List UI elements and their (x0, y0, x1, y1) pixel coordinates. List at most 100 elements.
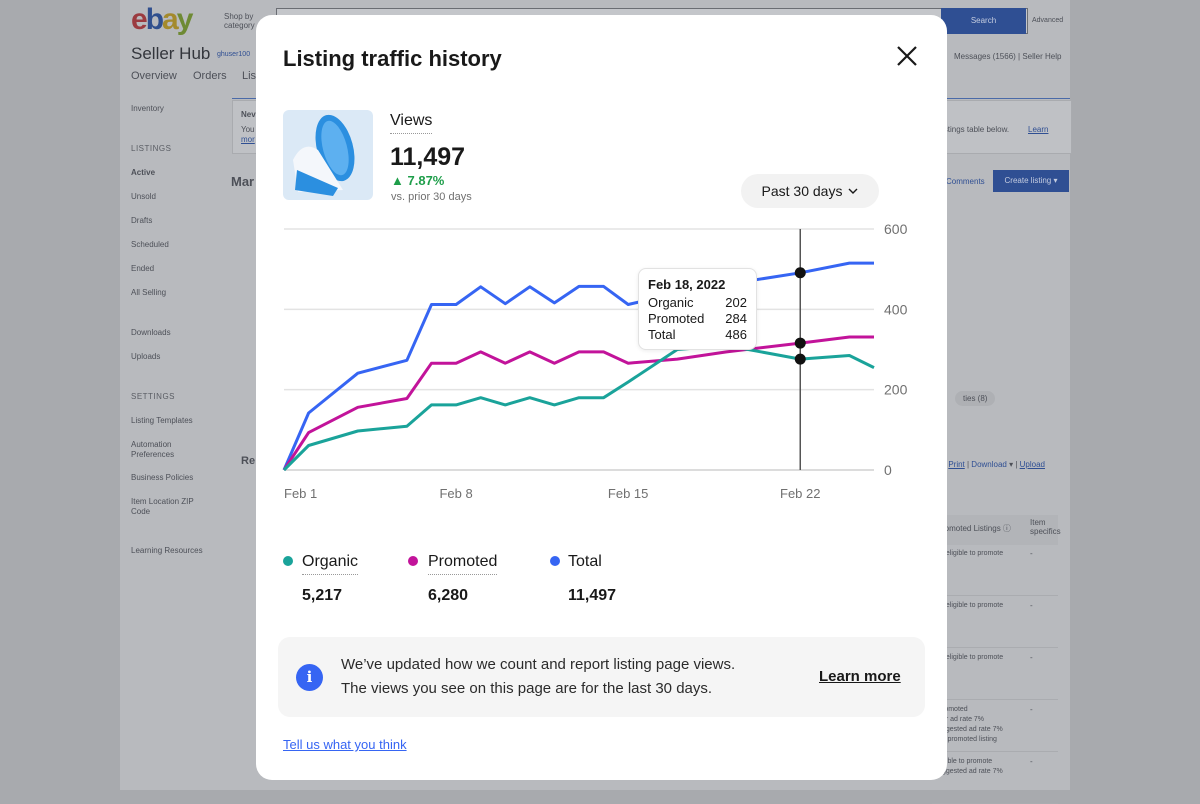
table-cell-promoted: gible to promote ggested ad rate 7% (942, 758, 1003, 775)
y-tick-label: 200 (884, 382, 908, 398)
close-button[interactable] (894, 43, 920, 69)
shop-by-category[interactable]: Shop by category (224, 12, 255, 30)
section-fragment: Mar (231, 174, 255, 189)
table-cell-item-specifics: - (1030, 757, 1033, 766)
learn-more-link[interactable]: Learn more (819, 668, 901, 685)
legend-dot-organic (283, 556, 293, 566)
info-icon: i (296, 664, 323, 691)
tooltip-label: Total (648, 327, 676, 342)
advanced-link[interactable]: Advanced (1032, 17, 1063, 24)
sidebar-heading-settings: SETTINGS (131, 392, 176, 401)
sidebar-heading-listings: LISTINGS (131, 144, 172, 153)
tab-overview[interactable]: Overview (131, 70, 177, 82)
sidebar-item-automation-2[interactable]: Preferences (131, 450, 174, 459)
sidebar-item-inventory[interactable]: Inventory (131, 104, 164, 113)
chart-tooltip: Feb 18, 2022 Organic 202 Promoted 284 To… (638, 268, 757, 350)
search-button[interactable]: Search (941, 8, 1026, 34)
tooltip-value: 284 (725, 311, 747, 326)
x-tick-label: Feb 15 (608, 486, 648, 501)
table-cell-item-specifics: - (1030, 705, 1033, 714)
table-cell-item-specifics: - (1030, 653, 1033, 662)
sidebar-item-ended[interactable]: Ended (131, 264, 154, 273)
sidebar-item-learning[interactable]: Learning Resources (131, 546, 203, 555)
filter-chip[interactable]: ties (8) (955, 391, 996, 406)
sneaker-image (293, 114, 355, 196)
table-cell-promoted: t eligible to promote (942, 550, 1004, 557)
comments-link[interactable]: Comments (946, 177, 985, 186)
x-tick-label: Feb 22 (780, 486, 820, 501)
hover-point-organic (794, 353, 806, 365)
sidebar-item-scheduled[interactable]: Scheduled (131, 240, 169, 249)
modal-title: Listing traffic history (283, 46, 502, 71)
y-tick-label: 0 (884, 462, 892, 478)
info-line-1: We’ve updated how we count and report li… (341, 656, 736, 673)
legend-dot-total (550, 556, 560, 566)
sidebar-item-automation[interactable]: Automation (131, 440, 171, 449)
tab-orders[interactable]: Orders (193, 70, 227, 82)
listing-traffic-modal: Listing traffic history Views 11,497 ▲ 7… (256, 15, 947, 780)
table-actions: | Print | Download ▾ | Upload (944, 460, 1045, 469)
row-divider (932, 647, 1058, 648)
hover-point-total (794, 267, 806, 279)
notice-fragment: You (241, 125, 255, 134)
series-line-total (282, 261, 874, 471)
y-tick-label: 400 (884, 301, 908, 317)
series-line-organic (282, 344, 875, 472)
notice-more-link[interactable]: mor (241, 135, 255, 144)
tooltip-label: Organic (648, 295, 694, 310)
info-banner: i We’ve updated how we count and report … (278, 637, 925, 717)
views-value: 11,497 (390, 143, 466, 171)
traffic-chart[interactable]: 0 200 400 600 Feb 1 Feb 8 Feb 15 Feb 22 (256, 215, 947, 525)
tab-listings[interactable]: Lis (242, 70, 256, 82)
legend-label-promoted[interactable]: Promoted (428, 553, 498, 575)
listing-thumbnail (283, 110, 373, 200)
close-icon (897, 46, 917, 66)
comparison-text: vs. prior 30 days (391, 191, 472, 203)
sidebar-item-active[interactable]: Active (131, 168, 155, 177)
legend-value-promoted: 6,280 (428, 587, 469, 604)
print-link[interactable]: Print (948, 460, 964, 469)
sidebar-item-zip-2[interactable]: Code (131, 507, 150, 516)
info-line-2: The views you see on this page are for t… (341, 680, 713, 697)
seller-hub-title: Seller Hub (131, 44, 211, 63)
sidebar-item-zip[interactable]: Item Location ZIP (131, 497, 194, 506)
date-range-select[interactable]: Past 30 days (741, 174, 879, 208)
header-links[interactable]: Messages (1566) | Seller Help (954, 52, 1061, 61)
legend-value-organic: 5,217 (302, 587, 343, 604)
table-cell-promoted: romoted ur ad rate 7% ggested ad rate 7%… (942, 706, 1003, 743)
sidebar-item-downloads[interactable]: Downloads (131, 328, 171, 337)
sidebar-item-uploads[interactable]: Uploads (131, 352, 160, 361)
legend-label-organic[interactable]: Organic (302, 553, 359, 575)
row-divider (932, 751, 1058, 752)
x-tick-label: Feb 1 (284, 486, 317, 501)
legend-value-total: 11,497 (568, 587, 617, 604)
username-link[interactable]: ghuser100 (217, 51, 250, 58)
notice-learn-link[interactable]: Learn (1028, 125, 1048, 134)
sidebar-item-drafts[interactable]: Drafts (131, 216, 152, 225)
sidebar-item-listing-templates[interactable]: Listing Templates (131, 416, 193, 425)
y-tick-label: 600 (884, 221, 908, 237)
ebay-logo[interactable]: ebay (131, 3, 193, 37)
upload-link[interactable]: Upload (1020, 460, 1045, 469)
sidebar-item-unsold[interactable]: Unsold (131, 192, 156, 201)
x-tick-label: Feb 8 (439, 486, 472, 501)
col-header-item-specifics[interactable]: Item specifics (1030, 518, 1064, 536)
legend-label-total[interactable]: Total (568, 553, 602, 571)
row-divider (932, 699, 1058, 700)
views-change: ▲ 7.87% (391, 173, 445, 188)
chevron-down-icon (848, 188, 858, 194)
arrow-up-icon: ▲ (391, 173, 404, 188)
download-menu[interactable]: Download (971, 460, 1007, 469)
table-cell-promoted: t eligible to promote (942, 602, 1004, 609)
table-cell-item-specifics: - (1030, 549, 1033, 558)
create-listing-button[interactable]: Create listing ▾ (993, 170, 1069, 192)
views-label[interactable]: Views (390, 112, 433, 134)
col-header-promoted[interactable]: romoted Listings ⓘ (942, 523, 1011, 534)
sidebar-item-all-selling[interactable]: All Selling (131, 288, 166, 297)
feedback-link[interactable]: Tell us what you think (283, 737, 407, 752)
row-divider (932, 595, 1058, 596)
tooltip-value: 202 (725, 295, 747, 310)
sidebar-item-business-policies[interactable]: Business Policies (131, 473, 193, 482)
table-cell-item-specifics: - (1030, 601, 1033, 610)
table-cell-promoted: t eligible to promote (942, 654, 1004, 661)
